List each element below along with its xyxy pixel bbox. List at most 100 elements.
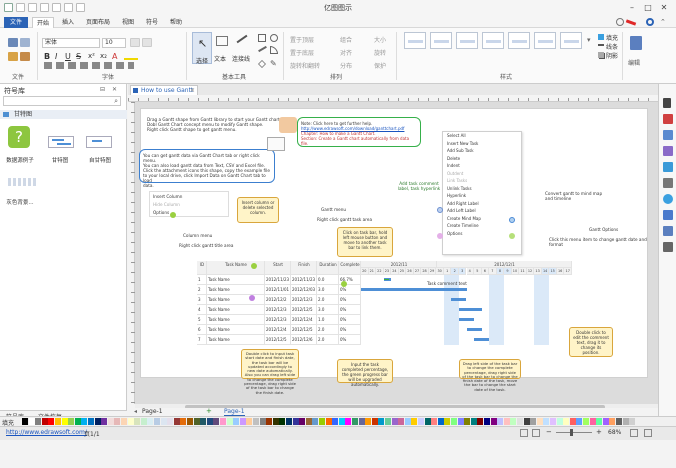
cell-dur[interactable]: 2.0 (317, 325, 339, 335)
theme-icon[interactable] (663, 146, 673, 156)
ctx-add-right-label[interactable]: Add Right Label (443, 200, 521, 208)
ctx-hyperlink[interactable]: Hyperlink (443, 192, 521, 200)
italic-icon[interactable]: I (55, 52, 57, 61)
fullscreen-icon[interactable] (630, 429, 638, 437)
gray-bg-shape-icon[interactable] (8, 178, 36, 186)
color-swatch[interactable] (226, 418, 233, 425)
layout-icon[interactable] (644, 429, 652, 437)
color-swatch[interactable] (121, 418, 127, 425)
fill-icon[interactable] (598, 34, 604, 40)
menu-help[interactable]: 帮助 (166, 17, 186, 28)
superscript-icon[interactable]: x² (88, 52, 95, 60)
collapse-ribbon-icon[interactable]: ⌃ (660, 18, 668, 26)
color-swatch[interactable] (272, 418, 279, 425)
shrink-font-icon[interactable] (142, 38, 152, 47)
color-swatch[interactable] (464, 418, 471, 425)
color-swatch[interactable] (325, 418, 332, 425)
cell-start[interactable]: 2012/11/23 (265, 275, 291, 285)
color-swatch[interactable] (583, 418, 589, 425)
website-link[interactable]: http://www.edrawsoft.com/ (6, 429, 87, 436)
bold-icon[interactable]: B (44, 52, 50, 61)
drag-taskbar-callout[interactable]: Drag left side of the task bar to change… (459, 359, 521, 391)
cut-icon[interactable] (8, 38, 18, 47)
ctx-outdent[interactable]: Outdent (443, 170, 521, 178)
color-swatch[interactable] (352, 418, 358, 425)
copy-icon[interactable] (20, 38, 30, 47)
cell-dur[interactable]: 2.0 (317, 295, 339, 305)
font-size-select[interactable]: 10 (102, 38, 126, 48)
color-swatch[interactable] (127, 418, 134, 425)
group-button[interactable]: 组合 (340, 35, 352, 44)
text-tool-icon[interactable] (216, 36, 228, 46)
color-swatch[interactable] (411, 418, 418, 425)
color-swatch[interactable] (385, 418, 391, 425)
style-scroll-icon[interactable]: ▾ (587, 36, 591, 44)
library-header[interactable]: 甘特图 (0, 110, 127, 119)
color-swatch[interactable] (404, 418, 411, 425)
select-tool-button[interactable]: ↖ 选择 (192, 32, 212, 65)
minimize-button[interactable]: – (626, 2, 638, 13)
color-swatch[interactable] (193, 418, 200, 425)
color-swatch[interactable] (167, 418, 174, 425)
task-bar[interactable] (458, 308, 482, 311)
color-swatch[interactable] (609, 418, 616, 425)
fit-page-icon[interactable] (520, 429, 528, 437)
cell-finish[interactable]: 2012/12/3 (291, 295, 317, 305)
ctx-insert-task[interactable]: Insert New Task (443, 140, 521, 148)
shape-data-icon[interactable] (663, 114, 673, 124)
menu-hide-column[interactable]: Hide Column (153, 202, 180, 207)
library-search-input[interactable]: ⌕ (3, 96, 121, 106)
font-family-select[interactable]: 宋体 (42, 38, 100, 48)
color-swatch[interactable] (239, 418, 246, 425)
color-swatch[interactable] (444, 418, 451, 425)
ctx-create-timeline[interactable]: Create Timeline (443, 222, 521, 230)
cell-finish[interactable]: 2012/12/6 (291, 335, 317, 345)
style-swatch-1[interactable] (404, 32, 426, 49)
color-swatch[interactable] (497, 418, 504, 425)
cell-start[interactable]: 2012/12/4 (265, 325, 291, 335)
color-swatch[interactable] (187, 418, 193, 425)
format-icon[interactable] (663, 98, 671, 108)
menu-options[interactable]: Options (153, 210, 169, 215)
color-swatch[interactable] (94, 418, 101, 425)
cell-name[interactable]: Task Name (207, 315, 265, 325)
header-duration[interactable]: Duration (317, 261, 339, 275)
color-swatch[interactable] (154, 418, 160, 425)
color-swatch[interactable] (530, 418, 537, 425)
shadow-icon[interactable] (598, 52, 604, 58)
color-swatch[interactable] (200, 418, 207, 425)
pencil-icon[interactable]: ✎ (270, 59, 277, 68)
cell-dur[interactable]: 2.0 (317, 335, 339, 345)
color-swatch[interactable] (602, 418, 609, 425)
close-button[interactable]: ✕ (658, 2, 670, 13)
color-swatch[interactable] (279, 418, 286, 425)
page-tab[interactable]: Page-1 (142, 408, 163, 415)
panel-pin-icon[interactable]: ⊟ (100, 86, 105, 93)
insert-column-callout[interactable]: Insert column or delete selected column. (237, 197, 279, 223)
line-icon[interactable] (258, 45, 267, 53)
cell-name[interactable]: Task Name (207, 295, 265, 305)
color-swatch[interactable] (338, 418, 345, 425)
color-swatch[interactable] (61, 418, 68, 425)
color-swatch[interactable] (510, 418, 517, 425)
paragraph-align-icons[interactable] (44, 62, 134, 69)
cell-finish[interactable]: 2012/11/23 (291, 275, 317, 285)
cell-dur[interactable]: 0.0 (317, 275, 339, 285)
attachment-panel-icon[interactable] (663, 178, 673, 188)
style-swatch-6[interactable] (534, 32, 556, 49)
history-icon[interactable] (663, 242, 673, 252)
bring-front-button[interactable]: 置于顶层 (290, 35, 314, 44)
color-swatch[interactable] (101, 418, 108, 425)
data-info-box[interactable]: You can get gantt data via Gantt Chart t… (139, 149, 275, 188)
color-swatch[interactable] (332, 418, 339, 425)
grow-font-icon[interactable] (130, 38, 140, 47)
cell-pct[interactable]: 0% (339, 295, 361, 305)
cell-pct[interactable]: 0% (339, 325, 361, 335)
color-swatch[interactable] (107, 418, 114, 425)
color-swatch[interactable] (563, 418, 570, 425)
cell-start[interactable]: 2012/12/5 (265, 335, 291, 345)
highlight-icon[interactable] (124, 52, 138, 60)
style-swatch-4[interactable] (482, 32, 504, 49)
cell-pct[interactable]: 0% (339, 315, 361, 325)
help-note-box[interactable]: Note: Click here to get further help. ht… (297, 117, 421, 147)
